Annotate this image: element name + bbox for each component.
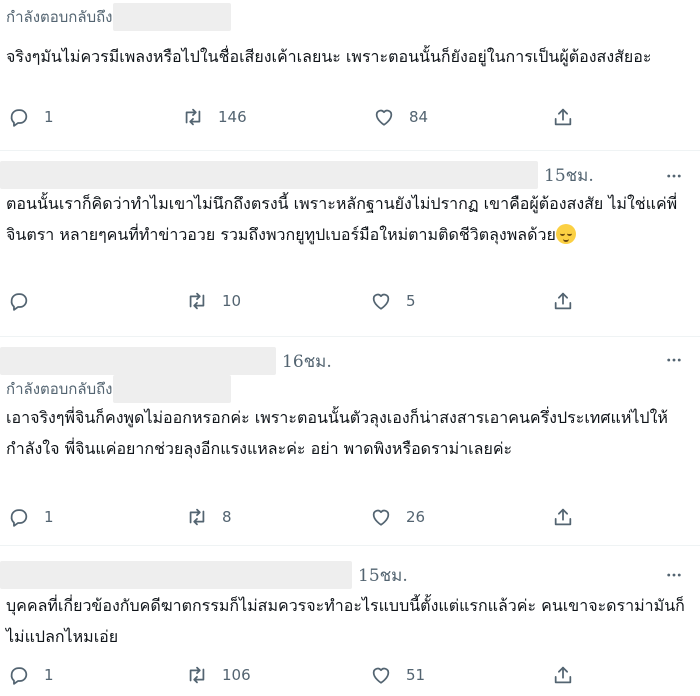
like-button[interactable]: 51 [370,661,425,689]
tweet-text-content: ตอนนั้นเราก็คิดว่าทำไมเขาไม่นึกถึงตรงนี้… [6,194,678,244]
reply-to-label: กำลังตอบกลับถึง [6,8,113,26]
more-icon [667,358,681,362]
redacted-username [112,3,231,31]
redacted-user-info [0,161,538,189]
tweet-text: ตอนนั้นเราก็คิดว่าทำไมเขาไม่นึกถึงตรงนี้… [6,188,694,250]
retweet-icon [189,292,205,310]
tweet-text: บุคคลที่เกี่ยวข้องกับคดีฆาตกรรมก็ไม่สมคว… [6,596,685,646]
retweet-button[interactable]: 106 [186,661,251,689]
tweet-time[interactable]: 16ชม. [282,348,332,375]
share-icon [554,292,572,310]
reply-icon [10,109,28,127]
reply-count: 1 [44,108,54,126]
reply-button[interactable]: 1 [8,661,54,689]
tweet-time[interactable]: 15ชม. [358,562,408,589]
reply-button[interactable]: 1 [8,503,54,531]
more-options-button[interactable] [662,166,686,186]
heart-icon [372,293,390,310]
heart-icon [372,667,390,684]
tweet-time[interactable]: 15ชม. [544,162,594,189]
reply-icon [10,509,28,527]
tweet-header: 15ชม. [0,160,594,190]
more-options-button[interactable] [662,350,686,370]
share-button[interactable] [552,503,574,531]
like-button[interactable]: 84 [373,103,428,131]
relieved-face-emoji [555,224,576,244]
reply-button[interactable]: 1 [8,103,54,131]
tweet-divider [0,545,700,546]
like-count: 5 [406,292,416,310]
share-icon [554,666,572,684]
share-button[interactable] [552,661,574,689]
like-button[interactable]: 5 [370,287,416,315]
share-button[interactable] [552,103,574,131]
redacted-user-info [0,561,352,589]
tweet-1[interactable]: กำลังตอบกลับถึง จริงๆมันไม่ควรมีเพลงหรือ… [0,0,700,150]
retweet-count: 146 [218,108,247,126]
tweet-actions: 10 5 [0,287,700,315]
like-count: 84 [409,108,429,126]
tweet-4[interactable]: 15ชม. บุคคลที่เกี่ยวข้องกับคดีฆาตกรรมก็ไ… [0,560,700,696]
tweet-3[interactable]: 16ชม. กำลังตอบกลับถึง เอาจริงๆพี่จินก็คง… [0,345,700,545]
heart-icon [372,509,390,526]
retweet-button[interactable]: 10 [186,287,241,315]
more-icon [667,573,681,577]
like-count: 26 [406,508,426,526]
tweet-text: จริงๆมันไม่ควรมีเพลงหรือไปในชื่อเสียงเค้… [6,47,652,66]
tweet-actions: 1 106 51 [0,661,700,689]
tweet-text: เอาจริงๆพี่จินก็คงพูดไม่ออกหรอกค่ะ เพราะ… [6,408,668,458]
redacted-username [112,375,231,403]
retweet-count: 106 [222,666,251,684]
reply-button[interactable] [8,287,44,315]
redacted-user-info [0,347,276,375]
share-icon [554,108,572,126]
more-icon [667,174,681,178]
reply-count: 1 [44,666,54,684]
like-count: 51 [406,666,426,684]
retweet-button[interactable]: 8 [186,503,232,531]
tweet-divider [0,150,700,151]
like-button[interactable]: 26 [370,503,425,531]
reply-count: 1 [44,508,54,526]
share-icon [554,508,572,526]
tweet-header: 16ชม. [0,346,332,376]
reply-context: กำลังตอบกลับถึง [6,374,231,404]
reply-icon [10,667,28,685]
reply-to-label: กำลังตอบกลับถึง [6,380,113,398]
tweet-actions: 1 8 26 [0,503,700,531]
retweet-count: 10 [222,292,242,310]
heart-icon [375,109,393,126]
retweet-count: 8 [222,508,232,526]
tweet-actions: 1 146 84 [0,103,700,131]
retweet-icon [185,108,201,126]
retweet-button[interactable]: 146 [182,103,247,131]
retweet-icon [189,508,205,526]
tweet-header: 15ชม. [0,560,408,590]
more-options-button[interactable] [662,565,686,585]
share-button[interactable] [552,287,574,315]
reply-context: กำลังตอบกลับถึง [6,2,231,32]
tweet-divider [0,336,700,337]
reply-icon [10,293,28,311]
retweet-icon [189,666,205,684]
tweet-2[interactable]: 15ชม. ตอนนั้นเราก็คิดว่าทำไมเขาไม่นึกถึง… [0,158,700,336]
